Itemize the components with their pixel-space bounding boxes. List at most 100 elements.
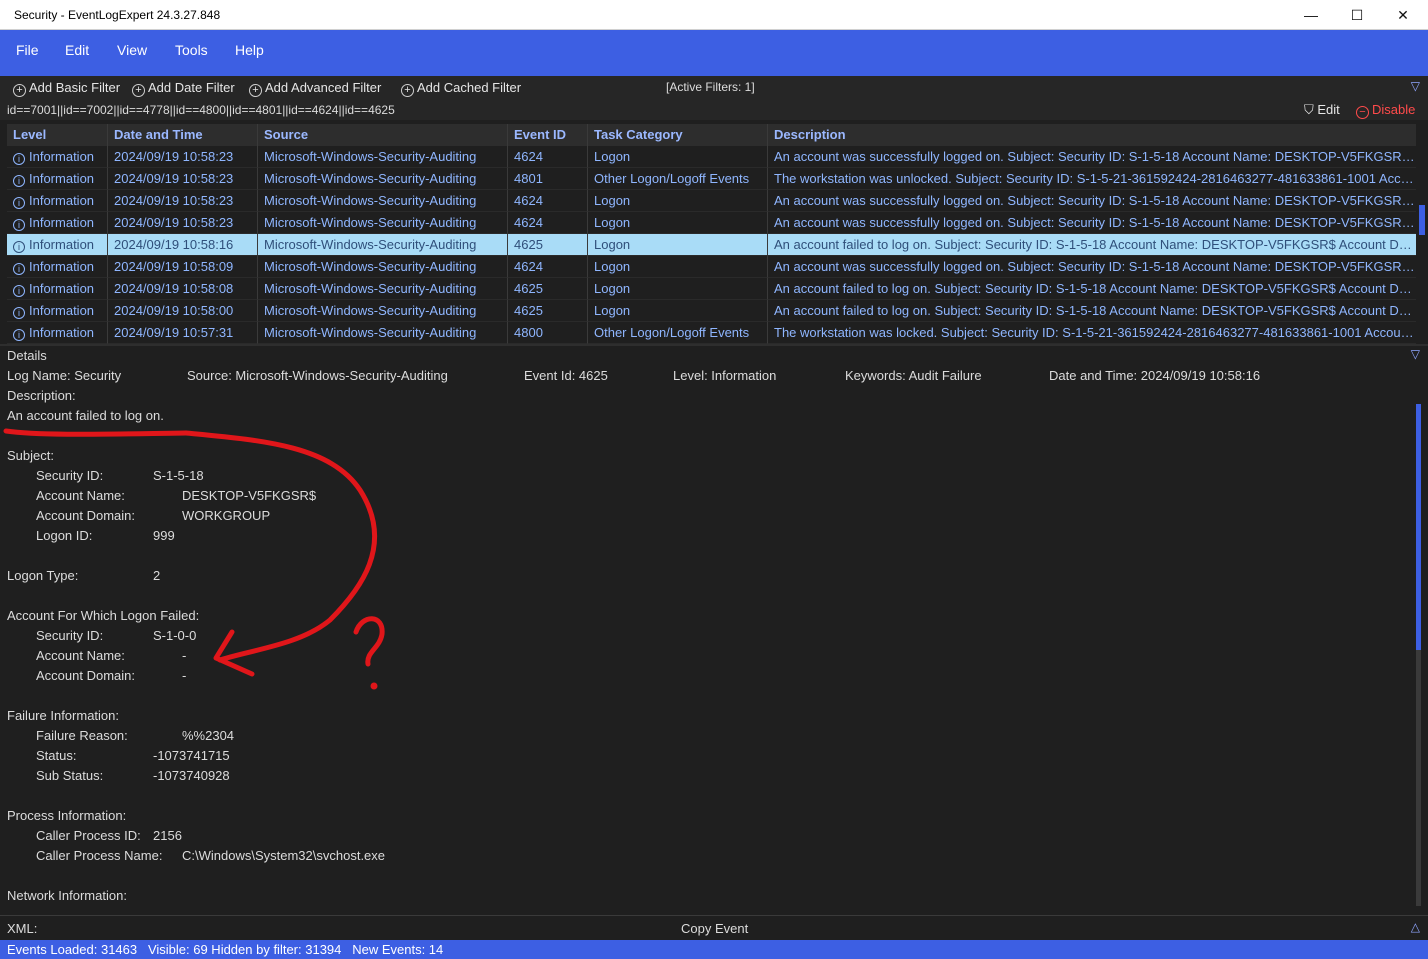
cell-task-category-text: Other Logon/Logoff Events [594, 171, 750, 186]
cell-event-id: 4625 [508, 300, 588, 322]
cell-source: Microsoft-Windows-Security-Auditing [258, 168, 508, 190]
xml-label: XML: [7, 921, 38, 936]
cell-source-text: Microsoft-Windows-Security-Auditing [264, 237, 477, 252]
add-advanced-filter-button[interactable]: + Add Advanced Filter [249, 80, 381, 97]
chevron-up-icon[interactable]: △ [1411, 920, 1420, 934]
cell-level-text: Information [29, 325, 95, 340]
failed-account-name-value: - [182, 648, 187, 663]
description-label: Description: [7, 388, 76, 403]
menu-tools[interactable]: Tools [175, 42, 208, 58]
add-icon: + [249, 84, 262, 97]
info-icon: i [13, 329, 25, 341]
column-header-event-id[interactable]: Event ID [508, 124, 588, 146]
cell-source: Microsoft-Windows-Security-Auditing [258, 212, 508, 234]
cell-date-text: 2024/09/19 10:58:23 [114, 215, 234, 230]
cell-level-text: Information [29, 303, 95, 318]
details-scrollbar[interactable] [1416, 404, 1421, 650]
cell-date: 2024/09/19 10:58:09 [108, 256, 258, 278]
add-icon: + [401, 84, 414, 97]
cell-description-text: An account failed to log on. Subject: Se… [774, 303, 1416, 318]
info-icon: i [13, 241, 25, 253]
chevron-down-icon[interactable]: ▽ [1411, 79, 1420, 93]
disable-filter-label: Disable [1372, 102, 1416, 117]
cell-level-text: Information [29, 193, 95, 208]
network-info-label: Network Information: [7, 888, 127, 903]
splitter[interactable] [0, 344, 1428, 346]
copy-event-button[interactable]: Copy Event [681, 921, 748, 936]
failure-reason-label: Failure Reason: [36, 728, 128, 743]
cell-event-id: 4800 [508, 322, 588, 344]
add-date-filter-button[interactable]: + Add Date Filter [132, 80, 235, 97]
add-basic-filter-button[interactable]: + Add Basic Filter [13, 80, 120, 97]
failure-reason-value: %%2304 [182, 728, 235, 743]
cell-description: An account was successfully logged on. S… [768, 256, 1416, 278]
table-scrollbar[interactable] [1419, 205, 1425, 235]
subject-logon-id-value: 999 [153, 528, 175, 543]
cell-description: An account was successfully logged on. S… [768, 146, 1416, 168]
cell-level: i Information [7, 278, 108, 300]
cell-date: 2024/09/19 10:58:08 [108, 278, 258, 300]
table-row[interactable]: i Information 2024/09/19 10:58:08 Microsoft… [7, 278, 1416, 300]
cell-task-category: Logon [588, 146, 768, 168]
description-text: An account failed to log on. [7, 408, 164, 423]
annotation-question-dot [370, 682, 378, 690]
menu-file[interactable]: File [16, 42, 39, 58]
table-row[interactable]: i Information 2024/09/19 10:58:23 Microsoft… [7, 168, 1416, 190]
cell-date-text: 2024/09/19 10:58:23 [114, 171, 234, 186]
subject-account-name-label: Account Name: [36, 488, 125, 503]
cell-source-text: Microsoft-Windows-Security-Auditing [264, 259, 477, 274]
menu-help[interactable]: Help [235, 42, 264, 58]
filter-expression: id==7001||id==7002||id==4778||id==4800||… [7, 103, 395, 117]
table-row[interactable]: i Information 2024/09/19 10:58:16 Microsoft… [7, 234, 1416, 256]
status-text: Events Loaded: 31463 Visible: 69 Hidden … [7, 942, 444, 957]
detail-source: Source: Microsoft-Windows-Security-Audit… [187, 368, 448, 383]
column-header-task-category[interactable]: Task Category [588, 124, 768, 146]
table-row[interactable]: i Information 2024/09/19 10:58:23 Microsoft… [7, 212, 1416, 234]
cell-level: i Information [7, 146, 108, 168]
menu-edit[interactable]: Edit [65, 42, 89, 58]
details-scroll-track[interactable] [1416, 650, 1421, 906]
event-table: Level Date and Time Source Event ID Task… [7, 124, 1416, 344]
column-header-description[interactable]: Description [768, 124, 1416, 146]
cell-event-id-text: 4625 [514, 303, 543, 318]
edit-filter-button[interactable]: ⛉ Edit [1304, 102, 1340, 118]
disable-filter-button[interactable]: − Disable [1356, 102, 1415, 119]
cell-source: Microsoft-Windows-Security-Auditing [258, 190, 508, 212]
column-header-source[interactable]: Source [258, 124, 508, 146]
column-header-level[interactable]: Level [7, 124, 108, 146]
cell-event-id-text: 4801 [514, 171, 543, 186]
filter-icon: ⛉ [1304, 102, 1314, 117]
table-row[interactable]: i Information 2024/09/19 10:58:00 Microsoft… [7, 300, 1416, 322]
annotation-arrowhead [213, 629, 255, 677]
chevron-down-icon[interactable]: ▽ [1411, 347, 1420, 361]
info-icon: i [13, 285, 25, 297]
table-row[interactable]: i Information 2024/09/19 10:57:31 Microsoft… [7, 322, 1416, 344]
cell-task-category-text: Logon [594, 237, 631, 252]
table-row[interactable]: i Information 2024/09/19 10:58:23 Microsoft… [7, 190, 1416, 212]
cell-task-category: Logon [588, 234, 768, 256]
cell-level-text: Information [29, 149, 95, 164]
table-row[interactable]: i Information 2024/09/19 10:58:09 Microsoft… [7, 256, 1416, 278]
minimize-button[interactable]: — [1288, 0, 1334, 30]
cell-description: An account failed to log on. Subject: Se… [768, 234, 1416, 256]
cell-description-text: An account failed to log on. Subject: Se… [774, 281, 1416, 296]
cell-task-category: Logon [588, 300, 768, 322]
maximize-button[interactable]: ☐ [1334, 0, 1380, 30]
cell-date: 2024/09/19 10:58:16 [108, 234, 258, 256]
info-icon: i [13, 263, 25, 275]
add-basic-filter-label: Add Basic Filter [29, 80, 121, 95]
caller-process-name-value: C:\Windows\System32\svchost.exe [182, 848, 386, 863]
cell-event-id-text: 4800 [514, 325, 543, 340]
annotation-underline [3, 428, 189, 437]
table-row[interactable]: i Information 2024/09/19 10:58:23 Microsoft… [7, 146, 1416, 168]
failure-sub-status-value: -1073740928 [153, 768, 230, 783]
close-button[interactable]: ✕ [1380, 0, 1426, 30]
cell-event-id: 4625 [508, 278, 588, 300]
add-cached-filter-button[interactable]: + Add Cached Filter [401, 80, 521, 97]
info-icon: i [13, 153, 25, 165]
cell-task-category: Logon [588, 212, 768, 234]
menu-view[interactable]: View [117, 42, 147, 58]
column-header-date[interactable]: Date and Time [108, 124, 258, 146]
cell-level: i Information [7, 322, 108, 344]
add-icon: + [13, 84, 26, 97]
